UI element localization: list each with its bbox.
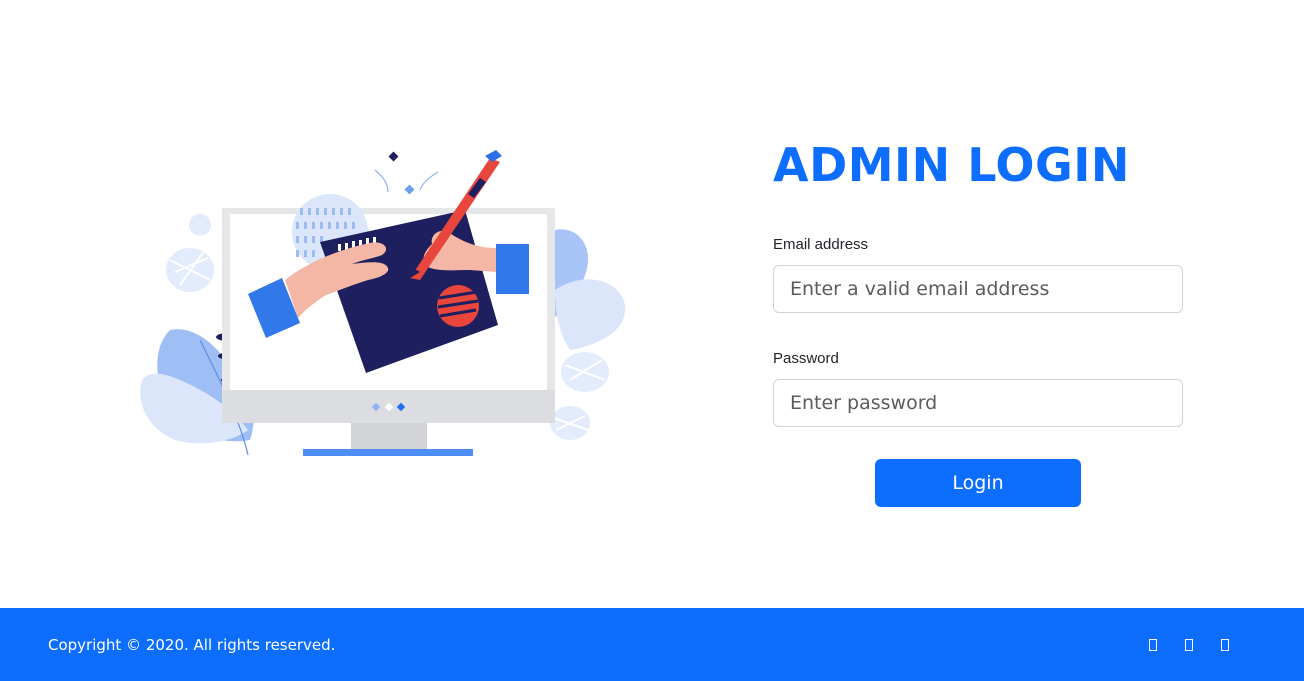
- social-links: [1146, 636, 1232, 654]
- facebook-link[interactable]: [1146, 636, 1160, 654]
- email-field[interactable]: [773, 265, 1183, 313]
- copyright-text: Copyright © 2020. All rights reserved.: [48, 636, 336, 654]
- designer-monitor-illustration: [140, 150, 626, 456]
- footer: Copyright © 2020. All rights reserved.: [0, 608, 1304, 681]
- google-link[interactable]: [1218, 636, 1232, 654]
- page-title: ADMIN LOGIN: [773, 138, 1130, 192]
- login-button-wrap: Login: [773, 459, 1183, 507]
- google-icon: [1221, 639, 1229, 652]
- password-field[interactable]: [773, 379, 1183, 427]
- login-button[interactable]: Login: [875, 459, 1081, 507]
- login-page: ADMIN LOGIN Email address Password Login…: [0, 0, 1304, 681]
- hero-illustration: [130, 140, 640, 470]
- email-label: Email address: [773, 236, 869, 253]
- twitter-link[interactable]: [1182, 636, 1196, 654]
- password-label: Password: [773, 350, 839, 367]
- login-form: ADMIN LOGIN Email address Password Login: [773, 136, 1183, 507]
- twitter-icon: [1185, 639, 1193, 652]
- facebook-icon: [1149, 639, 1157, 652]
